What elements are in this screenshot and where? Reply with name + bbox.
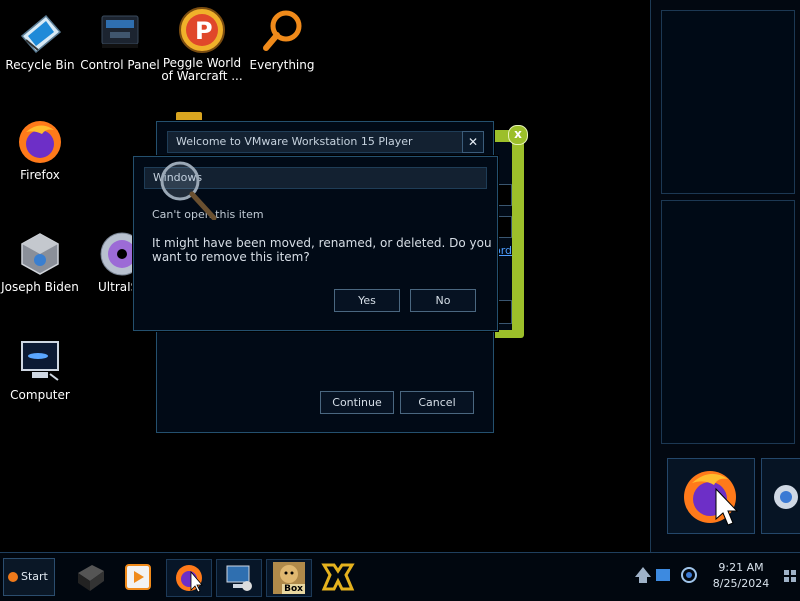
vmware-icon (78, 565, 104, 591)
taskbar-app-network[interactable] (216, 559, 262, 597)
no-button[interactable]: No (410, 289, 476, 312)
tray-arrow-icon[interactable] (634, 565, 652, 585)
desktop-icon-label: Control Panel (80, 58, 160, 72)
box-icon (16, 230, 64, 278)
yes-button[interactable]: Yes (334, 289, 400, 312)
dock-tile-network[interactable] (761, 458, 800, 534)
computer-icon (16, 338, 64, 386)
taskbar-app-cheat-engine[interactable] (320, 559, 356, 595)
taskbar-app-box[interactable]: Box (266, 559, 312, 597)
sidebar-widget-top[interactable] (661, 10, 795, 194)
taskbar-app-vmware[interactable] (72, 559, 108, 595)
desktop-icon-ultraiso[interactable]: UltraIS (74, 230, 134, 294)
sidebar-panel (650, 0, 800, 552)
recycle-bin-icon (16, 8, 64, 56)
taskbar-app-firefox[interactable] (166, 559, 212, 597)
svg-text:P: P (195, 17, 213, 45)
network-computer-icon (226, 565, 252, 591)
media-player-icon (125, 564, 151, 590)
globe-tray-icon[interactable] (680, 565, 698, 585)
dock-tile-firefox[interactable] (667, 458, 755, 534)
desktop-icon-peggle[interactable]: P Peggle World of Warcraft ... (156, 6, 248, 83)
dialog-title: Welcome to VMware Workstation 15 Player (176, 135, 413, 148)
firefox-icon (176, 565, 203, 593)
desktop-icon-control-panel[interactable]: Control Panel (74, 8, 166, 72)
desktop-icon-computer[interactable]: Computer (0, 338, 86, 402)
desktop-icon-label-line2: of Warcraft ... (161, 69, 243, 83)
continue-button[interactable]: Continue (320, 391, 394, 414)
taskbar-app-media[interactable] (120, 559, 156, 595)
magnifier-icon (258, 8, 306, 56)
network-icon (774, 485, 798, 509)
start-orb-icon (8, 572, 18, 582)
control-panel-icon (96, 8, 144, 56)
desktop-icon-label: Everything (249, 58, 315, 72)
dialog-title-bar: Welcome to VMware Workstation 15 Player (167, 131, 463, 153)
peggle-icon: P (178, 6, 226, 54)
desktop-icon-label: Firefox (20, 168, 60, 182)
desktop-icon-label: UltraIS (98, 280, 134, 294)
tray-windows-icon[interactable] (784, 567, 796, 582)
sidebar-widget-bottom[interactable] (661, 200, 795, 444)
start-button[interactable]: Start (3, 558, 55, 596)
desktop-icon-label: Computer (10, 388, 70, 402)
dialog-close-button[interactable]: ✕ (462, 131, 484, 153)
clock-time[interactable]: 9:21 AM (700, 561, 782, 574)
desktop-icon-firefox[interactable]: Firefox (0, 118, 86, 182)
box-label: Box (282, 584, 305, 594)
desktop-icon-everything[interactable]: Everything (236, 8, 328, 72)
start-label: Start (21, 570, 48, 583)
error-message-line1: It might have been moved, renamed, or de… (152, 236, 492, 250)
taskbar: Start Box 9:21 AM 8/25/2024 (0, 552, 800, 601)
firefox-icon (684, 471, 739, 526)
disc-icon (98, 230, 134, 278)
folder-tray-icon[interactable] (656, 569, 670, 581)
background-window-close-button[interactable]: x (508, 125, 528, 145)
magnifier-cursor-icon (158, 160, 218, 221)
cancel-button[interactable]: Cancel (400, 391, 474, 414)
clock-date[interactable]: 8/25/2024 (700, 577, 782, 590)
firefox-icon (16, 118, 64, 166)
error-message-line2: want to remove this item? (152, 250, 310, 264)
close-icon: x (514, 127, 522, 141)
cheat-engine-icon (321, 563, 355, 591)
close-icon: ✕ (467, 135, 479, 149)
